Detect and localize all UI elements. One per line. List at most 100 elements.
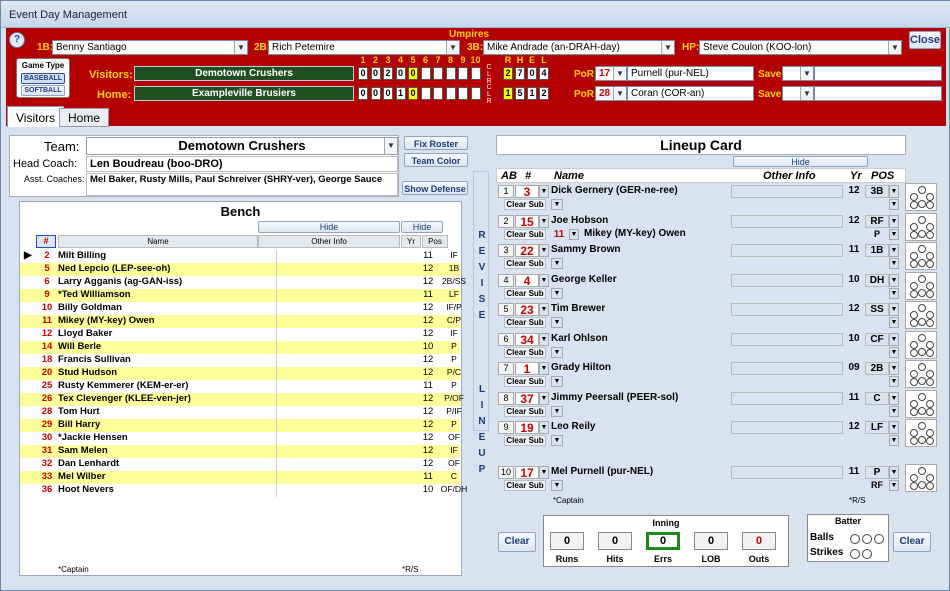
table-row[interactable]: 11 Mikey (MY-key) Owen 12 C/P [20,315,461,328]
home-inning-cell[interactable] [458,87,468,100]
bench-row-other[interactable] [276,419,418,432]
chevron-down-icon[interactable]: ▼ [889,405,899,417]
bench-row-other[interactable] [276,380,418,393]
bench-row-other[interactable] [276,315,418,328]
visitors-inning-cell[interactable] [420,67,431,80]
chevron-down-icon[interactable]: ▼ [551,199,563,210]
bases-diamond[interactable] [905,330,937,359]
team-select[interactable]: Demotown Crushers ▼ [86,137,398,155]
lineup-other-info[interactable] [731,303,843,316]
baseball-button[interactable]: BASEBALL [21,73,65,84]
chevron-down-icon[interactable]: ▼ [551,435,563,446]
bases-diamond[interactable] [905,301,937,329]
chevron-down-icon[interactable]: ▼ [888,41,901,54]
chevron-down-icon[interactable]: ▼ [889,479,899,491]
visitors-inning-cell[interactable]: 0 [408,67,418,80]
base-circle[interactable] [910,201,918,209]
base-circle[interactable] [926,340,934,349]
home-inning-cell[interactable]: 0 [408,87,418,100]
base-circle[interactable] [918,466,926,475]
lineup-pos[interactable]: C [865,391,889,405]
v-por-num[interactable]: 17 ▼ [595,66,627,81]
lineup-other-info[interactable] [731,185,843,198]
ump-2b-select[interactable]: Rich Petemire ▼ [268,40,460,55]
base-circle[interactable] [918,333,926,342]
ump-3b-select[interactable]: Mike Andrade (an-DRAH-day) ▼ [483,40,675,55]
base-circle[interactable] [910,289,918,298]
table-row[interactable]: 18 Francis Sullivan 12 P [20,354,460,367]
lineup-number[interactable]: 19 [515,421,539,434]
base-circle[interactable] [926,437,934,445]
base-circle[interactable] [910,230,918,239]
lineup-other-info[interactable] [731,332,843,346]
chevron-down-icon[interactable]: ▼ [551,287,563,299]
chevron-down-icon[interactable]: ▼ [539,332,549,346]
base-circle[interactable] [918,288,926,297]
lineup-pos[interactable]: LF [865,421,889,434]
clear-sub-button[interactable]: Clear Sub [504,346,546,358]
base-circle[interactable] [926,289,934,298]
base-circle[interactable] [918,304,926,312]
inning-stat-value[interactable]: 0 [742,532,776,550]
base-circle[interactable] [926,399,934,408]
base-circle[interactable] [926,429,934,437]
base-circle[interactable] [926,378,934,386]
base-circle[interactable] [926,473,934,482]
chevron-down-icon[interactable]: ▼ [613,87,626,100]
clear-sub-button[interactable]: Clear Sub [504,287,546,299]
table-row[interactable]: 14 Will Berle 10 P [20,341,460,354]
base-circle[interactable] [926,311,934,319]
visitors-rhel-cell[interactable]: 7 [515,67,525,80]
base-circle[interactable] [910,340,918,349]
table-row[interactable]: 12 Lloyd Baker 12 IF [20,328,460,341]
base-circle[interactable] [918,229,926,238]
chevron-down-icon[interactable]: ▼ [539,185,549,198]
inning-stat-value[interactable]: 0 [646,532,680,550]
chevron-down-icon[interactable]: ▼ [539,303,549,316]
bench-row-other[interactable] [276,354,418,367]
bench-row-other[interactable] [276,289,418,302]
base-circle[interactable] [910,399,918,408]
base-circle[interactable] [918,215,926,224]
base-circle[interactable] [910,193,918,201]
chevron-down-icon[interactable]: ▼ [446,41,459,54]
lineup-other-info[interactable] [731,362,843,375]
base-circle[interactable] [926,201,934,209]
base-circle[interactable] [910,260,918,268]
chevron-down-icon[interactable]: ▼ [889,435,899,446]
base-circle[interactable] [910,481,918,490]
base-circle[interactable] [910,378,918,386]
bench-col-num[interactable]: # [36,235,56,248]
home-inning-cell[interactable]: 0 [383,87,393,100]
h-por-num[interactable]: 28 ▼ [595,86,627,101]
lineup-pos[interactable]: SS [865,303,889,316]
base-circle[interactable] [926,252,934,260]
clear-sub-button[interactable]: Clear Sub [504,199,546,210]
bench-row-other[interactable] [276,406,418,419]
chevron-down-icon[interactable]: ▼ [539,465,549,479]
base-circle[interactable] [926,193,934,201]
chevron-down-icon[interactable]: ▼ [539,421,549,434]
bases-diamond[interactable] [905,271,937,300]
base-circle[interactable] [918,392,926,401]
table-row[interactable]: 28 Tom Hurt 12 P/IF [20,406,462,419]
tab-home[interactable]: Home [59,108,110,127]
ball-3-circle[interactable] [874,534,884,544]
h-save-select[interactable]: ▼ [782,86,814,101]
fix-roster-button[interactable]: Fix Roster [404,136,468,150]
v-por-field[interactable]: Purnell (pur-NEL) [627,66,754,81]
base-circle[interactable] [918,480,926,489]
lineup-row[interactable]: 4 4 ▼ George Keller 10 DH ▼ Clear Sub ▼ ▼ [496,271,937,301]
head-coach-field[interactable]: Len Boudreau (boo-DRO) [86,156,398,172]
chevron-down-icon[interactable]: ▼ [539,391,549,405]
lineup-row[interactable]: 7 1 ▼ Grady Hilton 09 2B ▼ Clear Sub ▼ ▼ [496,360,937,389]
base-circle[interactable] [918,422,926,430]
chevron-down-icon[interactable]: ▼ [889,391,899,405]
home-rhel-cell[interactable]: 5 [515,87,525,100]
chevron-down-icon[interactable]: ▼ [889,346,899,358]
base-circle[interactable] [926,222,934,231]
bench-row-other[interactable] [276,484,418,497]
bench-row-other[interactable] [276,432,418,445]
base-circle[interactable] [926,281,934,290]
lineup-pos[interactable]: DH [865,273,889,287]
